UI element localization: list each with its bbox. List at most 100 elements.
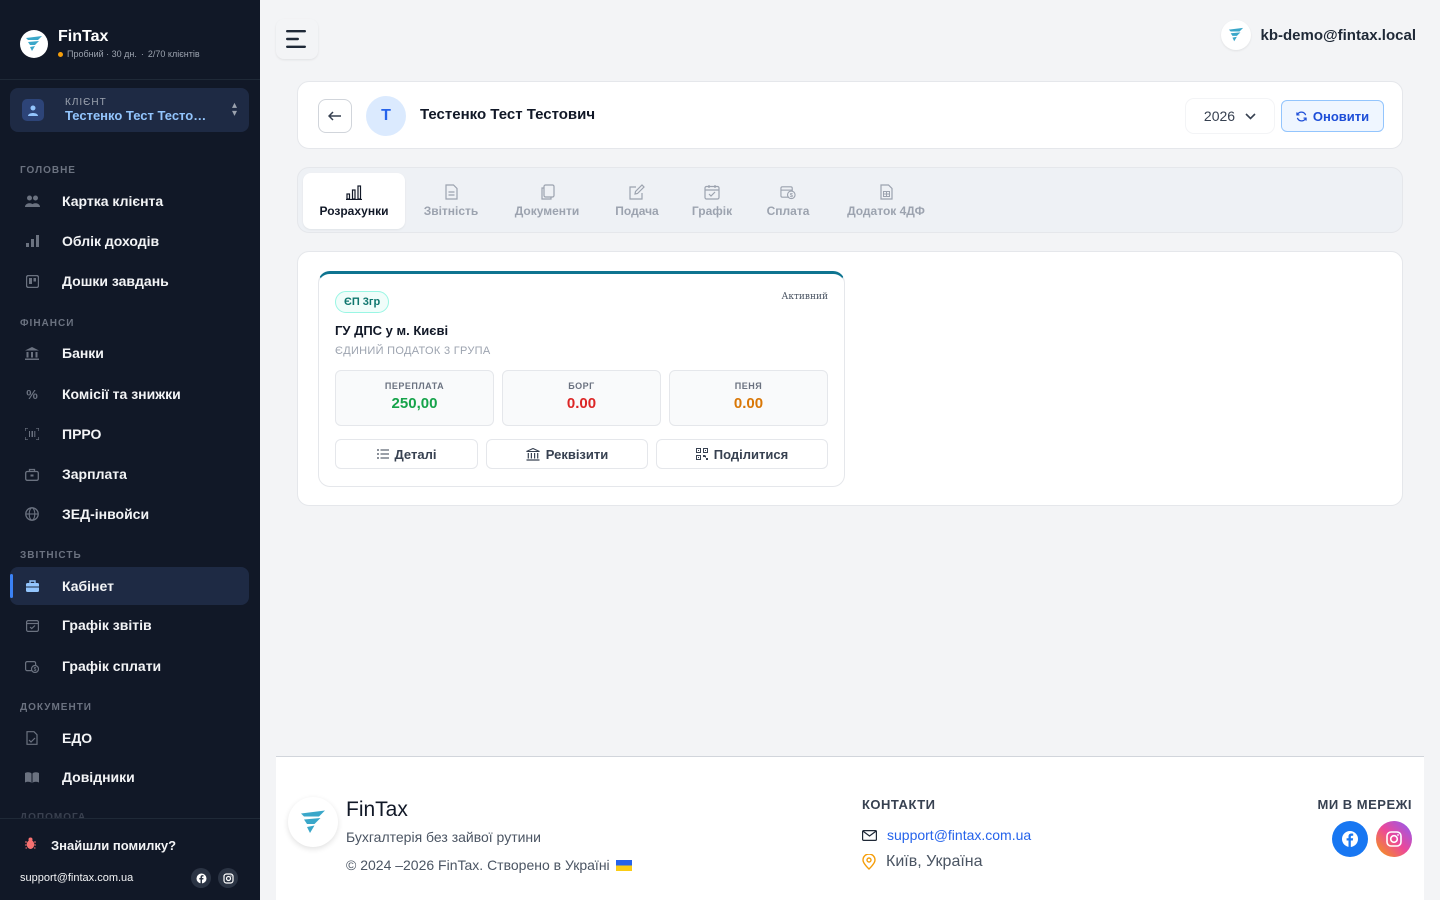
footer-copyright: © 2024 –2026 FinTax. Створено в Україні (346, 857, 632, 873)
sidebar-item-income[interactable]: Облік доходів (10, 222, 249, 260)
refresh-button[interactable]: Оновити (1281, 100, 1384, 132)
book-icon (24, 769, 40, 785)
tab-label: Розрахунки (319, 204, 389, 218)
sidebar-support-email[interactable]: support@fintax.com.ua (20, 872, 133, 884)
social-title: МИ В МЕРЕЖІ (1317, 797, 1412, 812)
sidebar-item-label: Кабінет (62, 578, 114, 594)
mail-icon (862, 829, 877, 841)
bug-icon (24, 837, 37, 853)
calendar-money-icon: $ (24, 658, 40, 674)
sidebar-item-label: Графік звітів (62, 617, 152, 633)
user-logo-icon (1220, 20, 1251, 50)
sidebar-item-reports-schedule[interactable]: Графік звітів (10, 606, 249, 644)
sidebar-item-directories[interactable]: Довідники (10, 758, 249, 796)
report-bug-link[interactable]: Знайшли помилку? (24, 837, 176, 853)
client-avatar: Т (366, 96, 406, 136)
tab-calculations[interactable]: Розрахунки (303, 173, 405, 229)
plan-info: Пробний · 30 дн. · 2/70 клієнтів (58, 49, 200, 59)
sidebar-item-label: Картка клієнта (62, 193, 164, 209)
sidebar-item-boards[interactable]: Дошки завдань (10, 262, 249, 300)
users-icon (24, 193, 40, 209)
sidebar-item-banks[interactable]: Банки (10, 334, 249, 372)
details-button[interactable]: Деталі (335, 439, 478, 469)
user-menu[interactable]: kb-demo@fintax.local (1220, 20, 1416, 50)
document-icon (443, 184, 459, 200)
sidebar-item-label: Банки (62, 345, 104, 361)
trial-label: Пробний · 30 дн. (67, 49, 137, 59)
calculations-panel: ЄП 3гр Активний ГУ ДПС у м. Києві ЄДИНИЙ… (297, 251, 1403, 506)
tax-office-title: ГУ ДПС у м. Києві (335, 323, 449, 338)
globe-icon (24, 506, 40, 522)
share-button[interactable]: Поділитися (656, 439, 828, 469)
year-select[interactable]: 2026 (1186, 99, 1274, 133)
sidebar-instagram-icon[interactable] (218, 868, 238, 888)
section-finance: ФІНАНСИ (20, 318, 75, 329)
sidebar-item-label: Дошки завдань (62, 273, 169, 289)
client-name-title: Тестенко Тест Тестович (420, 106, 596, 123)
client-selector-label: КЛІЄНТ (65, 97, 107, 108)
payment-icon: $ (780, 184, 796, 200)
sidebar-item-edo[interactable]: ЕДО (10, 719, 249, 757)
footer-email: support@fintax.com.ua (887, 827, 1032, 843)
metric-label: БОРГ (568, 381, 595, 391)
client-selector-name: Тестенко Тест Тестович (65, 108, 210, 123)
sheet-icon (878, 184, 894, 200)
tab-appendix-4df[interactable]: Додаток 4ДФ (836, 173, 936, 229)
instagram-icon[interactable] (1376, 821, 1412, 857)
trial-dot-icon (58, 51, 63, 57)
map-pin-icon (862, 854, 876, 870)
chevron-up-down-icon: ▴ ▾ (231, 100, 237, 119)
metric-value: 250,00 (391, 395, 438, 412)
menu-toggle-button[interactable] (276, 19, 318, 59)
requisites-button[interactable]: Реквізити (486, 439, 648, 469)
sidebar-item-zed-invoices[interactable]: ЗЕД-інвойси (10, 495, 249, 533)
contacts-title: КОНТАКТИ (862, 797, 936, 812)
year-value: 2026 (1203, 108, 1236, 124)
sidebar-item-label: ЗЕД-інвойси (62, 506, 150, 522)
tab-documents[interactable]: Документи (505, 173, 589, 229)
client-selector[interactable]: КЛІЄНТ Тестенко Тест Тестович ▴ ▾ (10, 88, 249, 132)
metric-penalty: ПЕНЯ 0.00 (669, 370, 828, 426)
sidebar-facebook-icon[interactable] (191, 868, 211, 888)
bank-icon (526, 447, 540, 461)
bank-icon (24, 345, 40, 361)
sidebar-item-salary[interactable]: Зарплата (10, 455, 249, 493)
metric-debt: БОРГ 0.00 (502, 370, 661, 426)
sidebar-footer: Знайшли помилку? support@fintax.com.ua (0, 818, 260, 900)
sidebar-item-commissions[interactable]: % Комісії та знижки (10, 375, 249, 413)
fintax-logo-icon (20, 29, 48, 58)
metric-value: 0.00 (733, 395, 764, 412)
percent-icon: % (26, 386, 38, 402)
report-bug-label: Знайшли помилку? (51, 837, 177, 853)
sidebar-item-label: Комісії та знижки (62, 386, 181, 402)
svg-text:$: $ (34, 667, 37, 673)
requisites-label: Реквізити (545, 446, 609, 462)
sidebar-item-client-card[interactable]: Картка клієнта (10, 182, 249, 220)
sidebar-divider (0, 79, 260, 80)
tab-submission[interactable]: Подача (605, 173, 669, 229)
footer-tagline: Бухгалтерія без зайвої рутини (346, 829, 541, 845)
tab-label: Сплата (766, 204, 810, 218)
sidebar-item-prro[interactable]: ПРРО (10, 415, 249, 453)
tab-reporting[interactable]: Звітність (414, 173, 488, 229)
bar-chart-icon (346, 184, 362, 200)
plan-separator: · (140, 49, 144, 59)
chevron-down-icon (1245, 112, 1256, 120)
doc-sign-icon (24, 730, 40, 746)
qr-code-icon (695, 448, 708, 460)
ukraine-flag-icon (615, 859, 632, 871)
tab-payment[interactable]: $ Сплата (758, 173, 818, 229)
edit-icon (629, 184, 645, 200)
facebook-icon[interactable] (1332, 821, 1368, 857)
back-button[interactable] (318, 99, 352, 133)
tab-label: Додаток 4ДФ (847, 204, 925, 218)
sidebar-item-label: Довідники (62, 769, 135, 785)
tab-schedule[interactable]: Графік (685, 173, 739, 229)
tax-account-card: ЄП 3гр Активний ГУ ДПС у м. Києві ЄДИНИЙ… (318, 271, 845, 487)
share-label: Поділитися (713, 446, 789, 462)
footer-email-link[interactable]: support@fintax.com.ua (862, 827, 1031, 843)
sidebar-item-payment-schedule[interactable]: $ Графік сплати (10, 647, 249, 685)
section-documents: ДОКУМЕНТИ (20, 702, 92, 713)
brand[interactable]: FinTax Пробний · 30 дн. · 2/70 клієнтів (20, 28, 200, 59)
sidebar-item-cabinet[interactable]: Кабінет (10, 567, 249, 605)
